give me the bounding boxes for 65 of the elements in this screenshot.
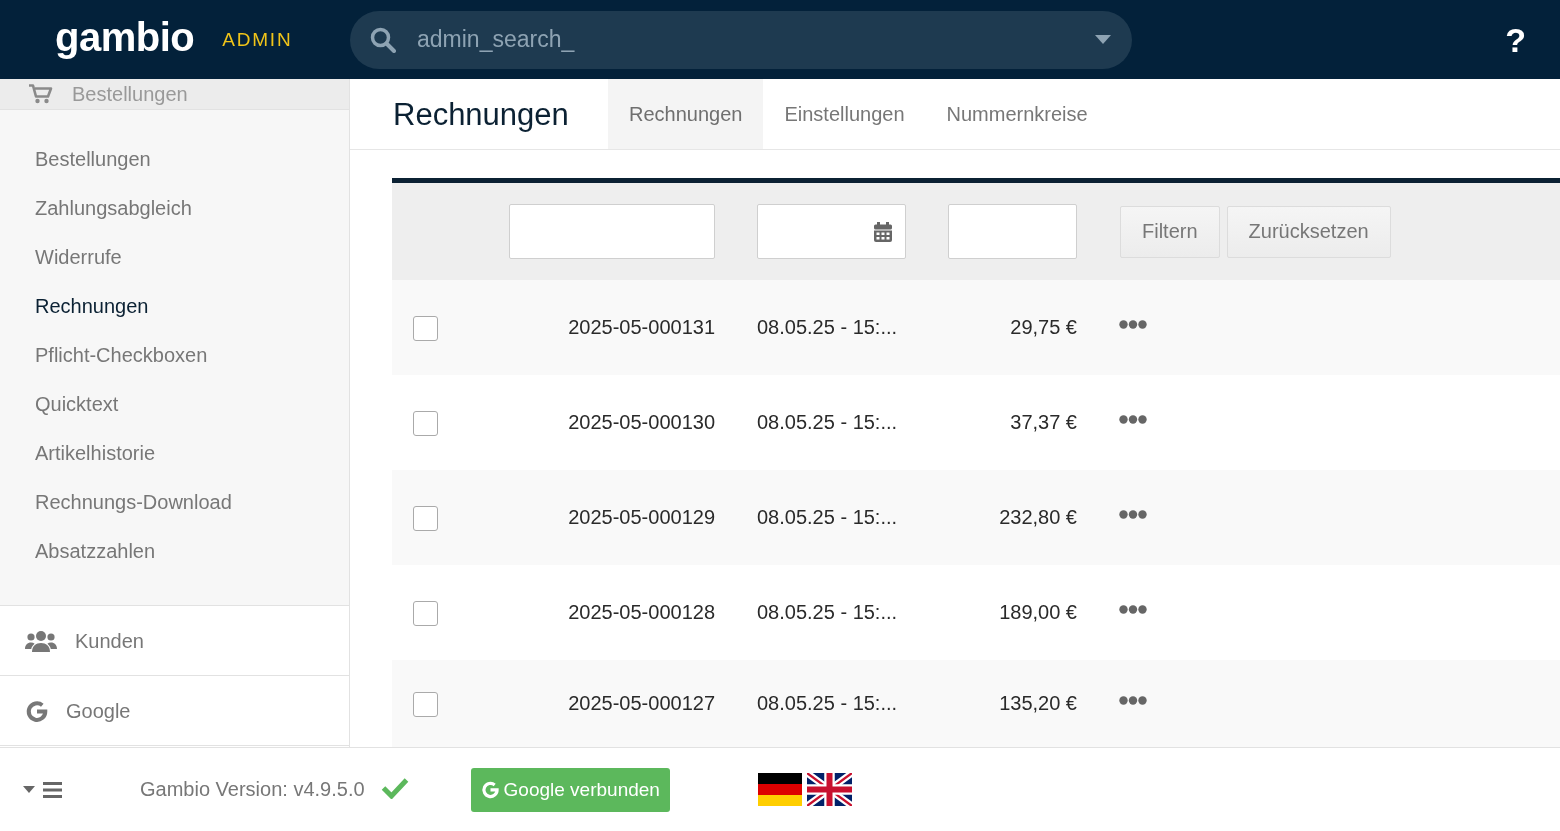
row-checkbox[interactable] xyxy=(413,601,438,626)
invoice-number[interactable]: 2025-05-000130 xyxy=(568,411,715,434)
invoice-date: 08.05.25 - 15:... xyxy=(757,601,898,624)
row-checkbox[interactable] xyxy=(413,506,438,531)
sidebar-item[interactable]: Rechnungen xyxy=(0,282,349,331)
german-flag-icon[interactable] xyxy=(757,773,802,806)
caret-down-icon[interactable] xyxy=(1095,35,1111,44)
invoice-amount: 135,20 € xyxy=(999,692,1077,715)
check-icon xyxy=(380,776,409,799)
row-checkbox[interactable] xyxy=(413,316,438,341)
sidebar-item[interactable]: Rechnungs-Download xyxy=(0,478,349,527)
google-connected-button[interactable]: Google verbunden xyxy=(470,767,670,812)
more-options-icon[interactable] xyxy=(1119,415,1147,424)
filter-button[interactable]: Filtern xyxy=(1120,205,1220,258)
cart-icon xyxy=(29,84,53,104)
invoice-number[interactable]: 2025-05-000129 xyxy=(568,506,715,529)
invoice-amount: 37,37 € xyxy=(1010,411,1077,434)
invoice-number[interactable]: 2025-05-000131 xyxy=(568,316,715,339)
filter-button[interactable]: Zurücksetzen xyxy=(1226,205,1391,258)
sidebar-item[interactable]: Bestellungen xyxy=(0,135,349,184)
sidebar-item[interactable]: Absatzzahlen xyxy=(0,527,349,576)
more-options-icon[interactable] xyxy=(1119,696,1147,705)
british-flag-icon[interactable] xyxy=(806,773,852,806)
invoice-date: 08.05.25 - 15:... xyxy=(757,316,898,339)
invoice-number[interactable]: 2025-05-000128 xyxy=(568,601,715,624)
invoice-date: 08.05.25 - 15:... xyxy=(757,506,898,529)
invoice-date: 08.05.25 - 15:... xyxy=(757,411,898,434)
sidebar-item[interactable]: Widerrufe xyxy=(0,233,349,282)
sidebar-item[interactable]: Artikelhistorie xyxy=(0,429,349,478)
row-checkbox[interactable] xyxy=(413,411,438,436)
sidebar-item[interactable]: Zahlungsabgleich xyxy=(0,184,349,233)
sidebar-item[interactable]: Pflicht-Checkboxen xyxy=(0,331,349,380)
google-g-icon xyxy=(480,780,500,799)
more-options-icon[interactable] xyxy=(1119,510,1147,519)
search-field[interactable]: admin_search_ xyxy=(350,10,1132,69)
invoice-amount: 29,75 € xyxy=(1010,316,1077,339)
tab[interactable]: Einstellungen xyxy=(763,79,926,149)
users-icon xyxy=(25,629,57,652)
number-filter-field[interactable] xyxy=(509,204,715,259)
invoice-amount: 189,00 € xyxy=(999,601,1077,624)
tab[interactable]: Rechnungen xyxy=(608,79,764,149)
amount-filter-field[interactable] xyxy=(948,204,1077,259)
date-filter-field[interactable] xyxy=(757,204,906,259)
more-options-icon[interactable] xyxy=(1119,605,1147,614)
tab[interactable]: Nummernkreise xyxy=(925,79,1109,149)
sidebar-section[interactable]: Google xyxy=(0,676,349,746)
sidebar-section[interactable]: Bestellungen xyxy=(0,79,349,110)
google-g-icon xyxy=(25,698,49,723)
search-icon xyxy=(370,26,396,53)
admin-label: ADMIN xyxy=(222,27,293,52)
search-input[interactable]: admin_search_ xyxy=(417,19,1083,60)
menu-icon[interactable] xyxy=(43,781,62,798)
sidebar-item[interactable]: Quicktext xyxy=(0,380,349,429)
more-options-icon[interactable] xyxy=(1119,320,1147,329)
invoice-date: 08.05.25 - 15:... xyxy=(757,692,898,715)
invoice-number[interactable]: 2025-05-000127 xyxy=(568,692,715,715)
page-title: Rechnungen xyxy=(393,96,570,134)
invoice-amount: 232,80 € xyxy=(999,506,1077,529)
row-checkbox[interactable] xyxy=(413,692,438,717)
sidebar-section[interactable]: Kunden xyxy=(0,606,349,676)
calendar-icon xyxy=(874,221,892,242)
logo[interactable]: gambio xyxy=(55,14,195,59)
caret-down-icon[interactable] xyxy=(23,786,35,793)
version-label: Gambio Version: v4.9.5.0 xyxy=(140,778,365,801)
help-button[interactable]: ? xyxy=(1501,21,1530,58)
